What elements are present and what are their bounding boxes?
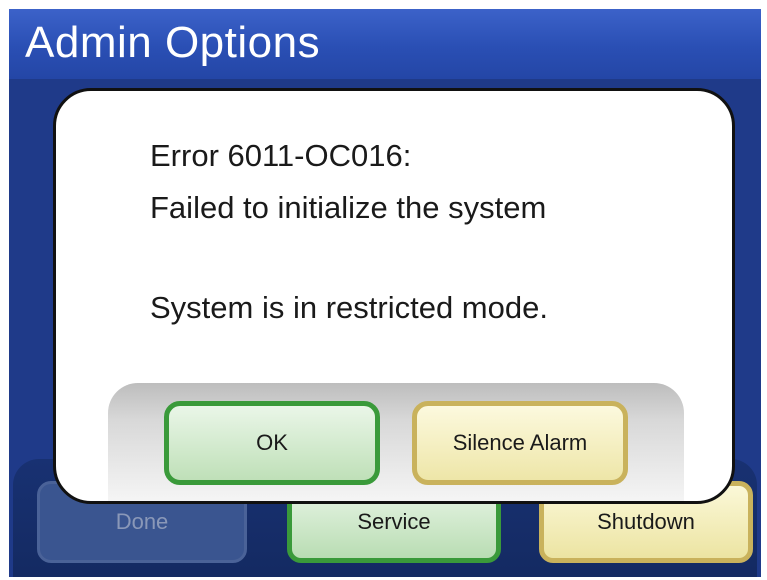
ok-button[interactable]: OK: [164, 401, 380, 485]
admin-options-screen: Admin Options Done Service Shutdown Erro…: [9, 9, 761, 577]
restricted-mode-text: System is in restricted mode.: [150, 290, 548, 325]
title-bar: Admin Options: [9, 9, 761, 79]
error-dialog: Error 6011-OC016: Failed to initialize t…: [53, 88, 735, 504]
page-title: Admin Options: [25, 18, 321, 67]
error-description-text: Failed to initialize the system: [150, 190, 547, 225]
silence-alarm-button[interactable]: Silence Alarm: [412, 401, 628, 485]
error-code-text: Error 6011-OC016:: [150, 138, 412, 173]
